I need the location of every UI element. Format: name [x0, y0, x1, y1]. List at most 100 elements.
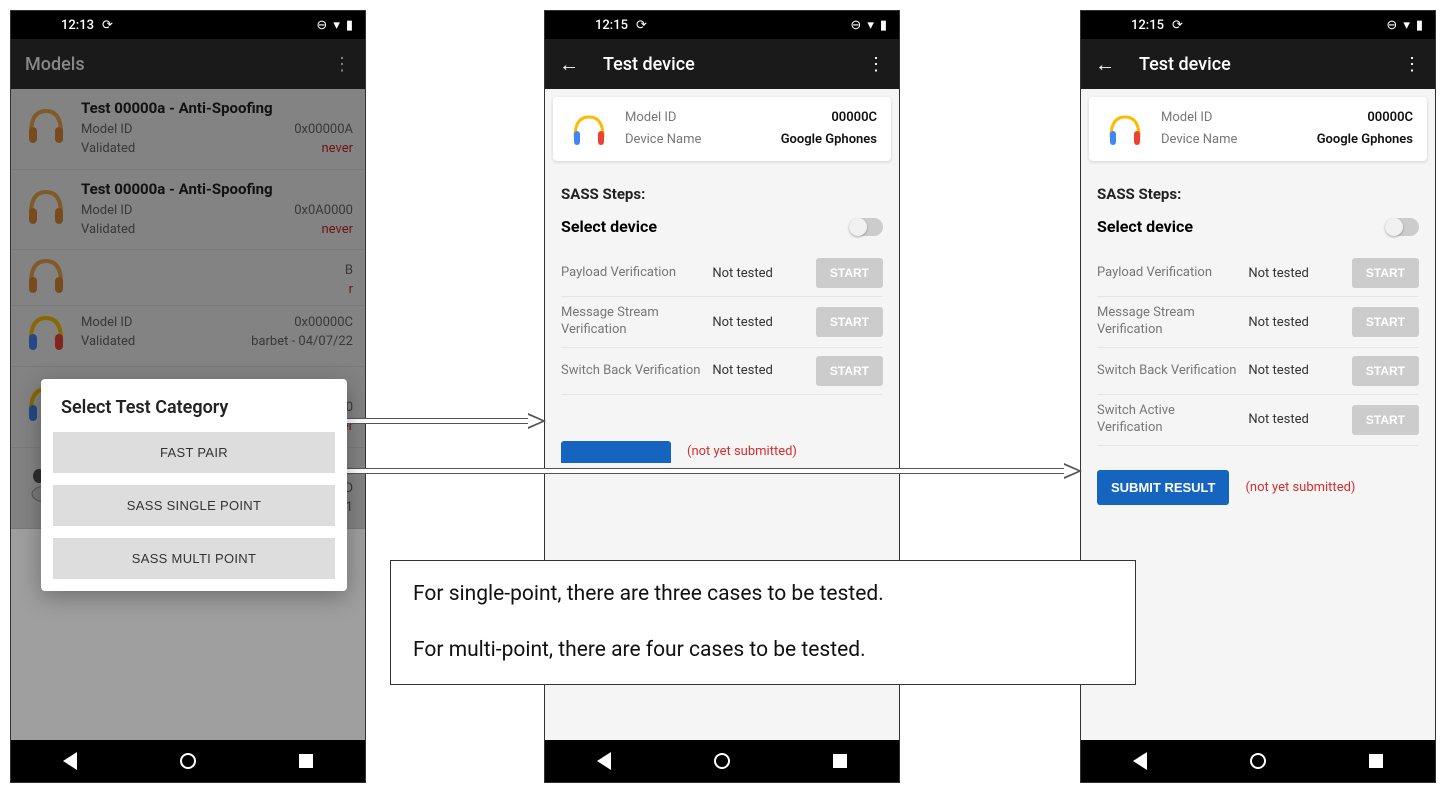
overflow-menu-icon[interactable]: ⋮: [867, 54, 885, 75]
start-button[interactable]: START: [1352, 356, 1419, 386]
caption-line-2: For multi-point, there are four cases to…: [413, 635, 1113, 667]
nav-bar: [1081, 740, 1435, 782]
test-row: Switch Active Verification Not tested ST…: [1097, 395, 1419, 446]
phone-models: 12:13 ⟳ ⊖ ▾ ▮ Models ⋮ Test 00000a - Ant…: [10, 10, 366, 783]
submit-result-button[interactable]: SUBMIT RESULT: [1097, 470, 1229, 505]
test-row: Switch Back Verification Not tested STAR…: [1097, 348, 1419, 395]
back-arrow-icon[interactable]: ←: [1095, 52, 1115, 77]
submit-note: (not yet submitted): [1245, 480, 1355, 495]
headphones-icon: [1103, 107, 1147, 151]
status-sync-icon: ⟳: [636, 18, 647, 33]
test-row: Message Stream Verification Not tested S…: [561, 297, 883, 348]
model-id-value: 00000C: [1367, 107, 1413, 129]
test-status: Not tested: [1248, 315, 1344, 330]
nav-recents-icon[interactable]: [1369, 754, 1383, 768]
arrow-head-icon: [528, 413, 546, 429]
app-bar: ← Test device ⋮: [1081, 39, 1435, 89]
caption-line-1: For single-point, there are three cases …: [413, 579, 1113, 611]
test-name: Switch Back Verification: [1097, 363, 1240, 380]
start-button[interactable]: START: [1352, 405, 1419, 435]
test-name: Message Stream Verification: [561, 305, 704, 339]
start-button[interactable]: START: [1352, 258, 1419, 288]
wifi-icon: ▾: [333, 18, 340, 33]
arrow-single-point: [340, 418, 530, 424]
overflow-menu-icon[interactable]: ⋮: [333, 54, 351, 75]
sass-steps-title: SASS Steps:: [561, 185, 883, 203]
arrow-head-icon: [1064, 463, 1082, 479]
caption-box: For single-point, there are three cases …: [390, 560, 1136, 685]
test-status: Not tested: [1248, 363, 1344, 378]
test-name: Switch Back Verification: [561, 363, 704, 380]
start-button[interactable]: START: [816, 258, 883, 288]
battery-icon: ▮: [1416, 18, 1423, 33]
nav-home-icon[interactable]: [1250, 753, 1266, 769]
dnd-icon: ⊖: [316, 18, 327, 33]
test-row: Payload Verification Not tested START: [1097, 250, 1419, 297]
device-name-value: Google Gphones: [1317, 129, 1413, 151]
test-name: Message Stream Verification: [1097, 305, 1240, 339]
submit-result-button[interactable]: [561, 441, 671, 463]
dnd-icon: ⊖: [1386, 18, 1397, 33]
nav-back-icon[interactable]: [597, 752, 611, 770]
device-name-label: Device Name: [1161, 129, 1237, 151]
nav-bar: [545, 740, 899, 782]
nav-home-icon[interactable]: [714, 753, 730, 769]
back-arrow-icon[interactable]: ←: [559, 52, 579, 77]
battery-icon: ▮: [346, 18, 353, 33]
device-card: Model ID00000C Device NameGoogle Gphones: [553, 97, 891, 161]
tests-list: Payload Verification Not tested START Me…: [561, 250, 883, 395]
app-bar: Models ⋮: [11, 39, 365, 89]
nav-home-icon[interactable]: [180, 753, 196, 769]
fast-pair-button[interactable]: FAST PAIR: [53, 432, 335, 473]
test-name: Payload Verification: [1097, 265, 1240, 282]
dialog-title: Select Test Category: [53, 397, 335, 418]
nav-bar: [11, 740, 365, 782]
wifi-icon: ▾: [867, 18, 874, 33]
submit-note: (not yet submitted): [687, 444, 797, 459]
status-sync-icon: ⟳: [1172, 18, 1183, 33]
sass-steps-title: SASS Steps:: [1097, 185, 1419, 203]
select-device-toggle[interactable]: [849, 218, 883, 236]
status-icons: ⊖ ▾ ▮: [1386, 18, 1423, 33]
test-status: Not tested: [712, 363, 808, 378]
device-name-label: Device Name: [625, 129, 701, 151]
device-card: Model ID 00000C Device Name Google Gphones: [1089, 97, 1427, 161]
status-icons: ⊖ ▾ ▮: [850, 18, 887, 33]
sass-multi-point-button[interactable]: SASS MULTI POINT: [53, 538, 335, 579]
test-status: Not tested: [712, 266, 808, 281]
start-button[interactable]: START: [1352, 307, 1419, 337]
start-button[interactable]: START: [816, 307, 883, 337]
nav-recents-icon[interactable]: [833, 754, 847, 768]
app-bar: ← Test device ⋮: [545, 39, 899, 89]
model-id-label: Model ID: [1161, 107, 1212, 129]
nav-recents-icon[interactable]: [299, 754, 313, 768]
test-name: Switch Active Verification: [1097, 403, 1240, 437]
app-title: Test device: [603, 54, 695, 75]
select-device-toggle[interactable]: [1385, 218, 1419, 236]
status-bar: 12:13 ⟳ ⊖ ▾ ▮: [11, 11, 365, 39]
headphones-icon: [567, 107, 611, 151]
model-id-value: 00000C: [831, 107, 877, 129]
status-icons: ⊖ ▾ ▮: [316, 18, 353, 33]
select-test-category-dialog: Select Test Category FAST PAIR SASS SING…: [41, 379, 347, 591]
start-button[interactable]: START: [816, 356, 883, 386]
app-title: Test device: [1139, 54, 1231, 75]
nav-back-icon[interactable]: [63, 752, 77, 770]
nav-back-icon[interactable]: [1133, 752, 1147, 770]
sass-single-point-button[interactable]: SASS SINGLE POINT: [53, 485, 335, 526]
status-time: 12:15: [1131, 18, 1164, 33]
test-row: Message Stream Verification Not tested S…: [1097, 297, 1419, 348]
status-sync-icon: ⟳: [102, 18, 113, 33]
status-bar: 12:15 ⟳ ⊖ ▾ ▮: [545, 11, 899, 39]
content: Test 00000a - Anti-Spoofing Model ID0x00…: [11, 89, 365, 740]
test-status: Not tested: [1248, 266, 1344, 281]
tests-list: Payload Verification Not tested START Me…: [1097, 250, 1419, 446]
test-status: Not tested: [712, 315, 808, 330]
test-row: Payload Verification Not tested START: [561, 250, 883, 297]
select-device-label: Select device: [1097, 217, 1193, 236]
status-time: 12:15: [595, 18, 628, 33]
device-name-value: Google Gphones: [781, 129, 877, 151]
status-time: 12:13: [61, 18, 94, 33]
status-bar: 12:15 ⟳ ⊖ ▾ ▮: [1081, 11, 1435, 39]
overflow-menu-icon[interactable]: ⋮: [1403, 54, 1421, 75]
